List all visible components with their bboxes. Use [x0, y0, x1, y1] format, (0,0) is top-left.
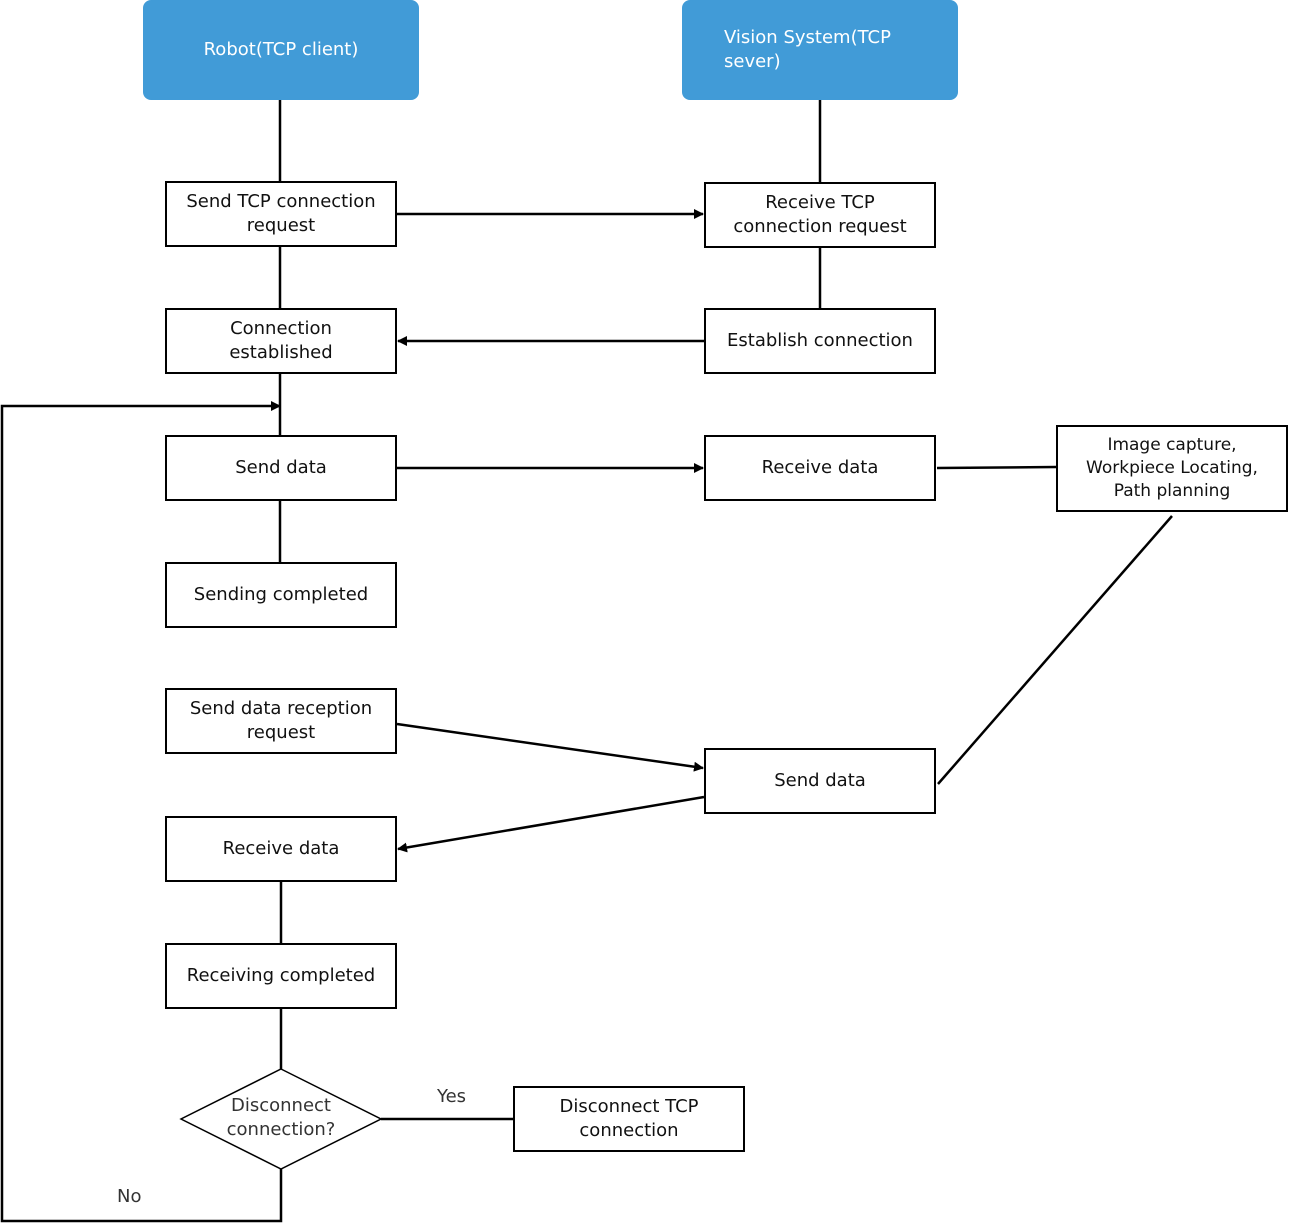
receive-data-box: Receive data	[165, 816, 397, 882]
vision-send-data-box: Send data	[704, 748, 936, 814]
arrow	[397, 795, 705, 853]
send-request-box: Send TCP connection request	[165, 181, 397, 247]
connection-established-box: Connection established	[165, 308, 397, 374]
arrow	[396, 722, 704, 772]
vision-header: Vision System(TCP sever)	[682, 0, 958, 100]
sending-completed-box: Sending completed	[165, 562, 397, 628]
disconnect-box: Disconnect TCP connection	[513, 1086, 745, 1152]
receiving-completed-box: Receiving completed	[165, 943, 397, 1009]
no-label: No	[117, 1186, 142, 1207]
line	[936, 465, 1057, 470]
send-reception-request-box: Send data reception request	[165, 688, 397, 754]
yes-label: Yes	[437, 1086, 467, 1107]
establish-connection-box: Establish connection	[704, 308, 936, 374]
receive-request-box: Receive TCP connection request	[704, 182, 936, 248]
decision-question: Disconnect connection?	[226, 1095, 336, 1140]
send-data-box: Send data	[165, 435, 397, 501]
robot-header: Robot(TCP client)	[143, 0, 419, 100]
vision-receive-data-box: Receive data	[704, 435, 936, 501]
processing-box: Image capture, Workpiece Locating, Path …	[1056, 425, 1288, 512]
line	[937, 515, 1173, 785]
